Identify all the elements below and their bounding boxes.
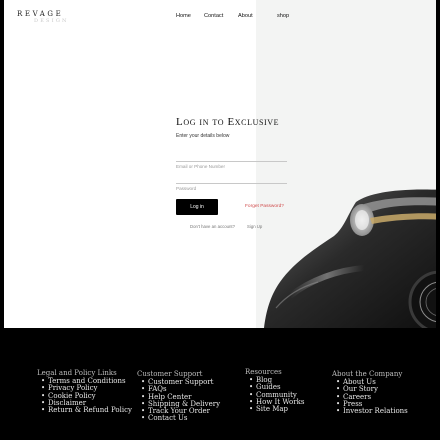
login-title: Log in to Exclusive [176, 116, 280, 128]
footer-column-title: Customer Support [137, 370, 203, 378]
footer-column-title: About the Company [332, 370, 403, 378]
footer-link[interactable]: Contact Us [141, 415, 220, 423]
footer-column-support: Customer Support Customer Support FAQs H… [137, 370, 220, 423]
nav-about-link[interactable]: About [238, 13, 253, 19]
footer-column-title: Resources [245, 368, 282, 376]
login-button[interactable]: Log in [176, 199, 218, 215]
classic-car-image [264, 189, 440, 328]
footer-link[interactable]: Investor Relations [336, 407, 408, 415]
email-field-wrapper [176, 153, 287, 171]
logo-subtitle: DESIGN [34, 18, 69, 24]
brand-logo[interactable]: REVAGE DESIGN [17, 10, 87, 26]
nav-home-link[interactable]: Home [176, 13, 191, 19]
footer-column-company: About the Company About Us Our Story Car… [332, 370, 408, 415]
nav-shop-link[interactable]: shop [277, 13, 289, 19]
email-field[interactable] [176, 162, 287, 171]
footer-column-title: Legal and Policy Links [37, 369, 117, 377]
nav-contact-link[interactable]: Contact [204, 13, 223, 19]
main-section: REVAGE DESIGN Home Contact About shop Lo… [4, 0, 440, 328]
footer-link[interactable]: Site Map [249, 405, 304, 413]
password-field-wrapper [176, 175, 287, 193]
logo-wordmark: REVAGE [17, 10, 64, 18]
right-edge-bar [436, 0, 440, 328]
no-account-text: Don't have an account? [190, 224, 236, 229]
footer-column-legal: Legal and Policy Links Terms and Conditi… [37, 369, 132, 414]
login-subtitle: Enter your details below [176, 133, 230, 139]
footer-link[interactable]: Return & Refund Policy [41, 406, 132, 414]
site-footer: Legal and Policy Links Terms and Conditi… [0, 328, 440, 440]
footer-column-resources: Resources Blog Guides Community How It W… [245, 368, 304, 413]
